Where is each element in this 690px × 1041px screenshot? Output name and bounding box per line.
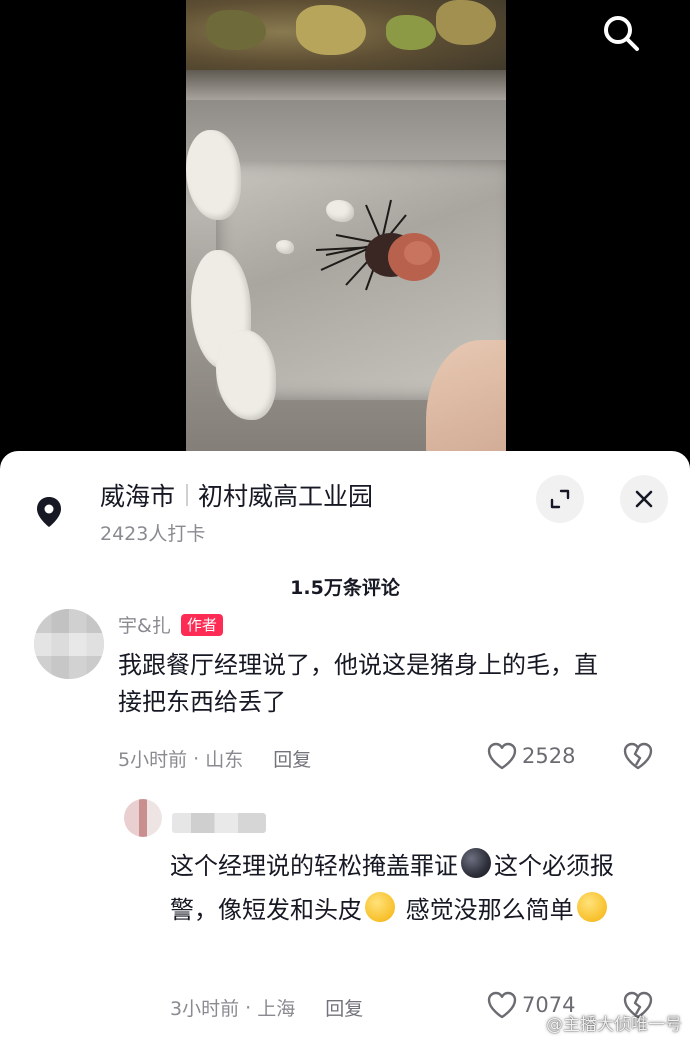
like-count: 2528 xyxy=(522,744,576,768)
comment-text[interactable]: 我跟餐厅经理说了，他说这是猪身上的毛，直接把东西给丢了 xyxy=(118,647,618,721)
broken-heart-icon xyxy=(623,742,653,770)
author-name[interactable]: 宇&扎 xyxy=(118,611,171,638)
comment-meta: 3小时前 · 上海 回复 xyxy=(170,994,363,1021)
comment-author: 宇&扎 作者 xyxy=(118,611,223,638)
comment-text-part-3: 感觉没那么简单 xyxy=(398,896,574,924)
close-button[interactable] xyxy=(620,475,668,523)
hair-clump xyxy=(315,199,440,291)
comment-text[interactable]: 这个经理说的轻松掩盖罪证 这个必须报警，像短发和头皮 感觉没那么简单 xyxy=(170,844,660,932)
video-frame-image xyxy=(186,0,506,470)
location-card[interactable]: 威海市 初村威高工业园 2423人打卡 xyxy=(0,451,690,561)
location-city: 威海市 xyxy=(100,482,176,511)
watermark: @主播大侦唯一号 xyxy=(546,1010,682,1035)
meta-dot: · xyxy=(239,996,258,1019)
location-title: 威海市 初村威高工业园 xyxy=(100,477,373,513)
video-player[interactable] xyxy=(0,0,690,470)
watermark-text: @主播大侦唯一号 xyxy=(546,1015,682,1035)
reply-button[interactable]: 回复 xyxy=(325,994,363,1021)
comment-text-part-1: 这个经理说的轻松掩盖罪证 xyxy=(170,852,458,880)
checkin-count: 2423人打卡 xyxy=(100,523,206,545)
location-place: 初村威高工业园 xyxy=(198,482,374,511)
avatar[interactable] xyxy=(34,609,104,679)
comment-meta: 5小时前 · 山东 回复 xyxy=(118,745,311,772)
food-compartment xyxy=(186,0,506,80)
reply-button[interactable]: 回复 xyxy=(273,745,311,772)
comment-time: 5小时前 xyxy=(118,749,188,771)
heart-icon xyxy=(487,742,517,770)
like-button[interactable]: 2528 xyxy=(486,741,575,771)
heart-icon xyxy=(487,991,517,1019)
search-icon xyxy=(604,16,639,51)
search-button[interactable] xyxy=(598,10,644,56)
close-icon xyxy=(635,490,653,508)
meta-dot: · xyxy=(187,747,206,770)
reply-author-blurred xyxy=(172,813,266,833)
comment-count: 1.5万条评论 xyxy=(290,577,400,599)
location-pin-icon xyxy=(30,493,68,531)
expand-button[interactable] xyxy=(536,475,584,523)
expand-icon xyxy=(550,489,570,509)
comment-region: 山东 xyxy=(205,749,244,771)
comment-panel: 威海市 初村威高工业园 2423人打卡 1.5万条评论 宇&扎 作者 我跟餐厅经… xyxy=(0,451,690,1041)
sweat-smile-emoji-icon xyxy=(576,892,607,922)
avatar[interactable] xyxy=(124,799,162,837)
comment-region: 上海 xyxy=(257,998,296,1020)
dark-face-emoji-icon xyxy=(461,848,491,878)
author-badge: 作者 xyxy=(180,613,223,636)
comment-time: 3小时前 xyxy=(170,998,240,1020)
dislike-button[interactable] xyxy=(622,741,654,775)
tray-rim xyxy=(186,70,506,100)
divider xyxy=(186,484,189,506)
dizzy-face-emoji-icon xyxy=(365,892,395,922)
